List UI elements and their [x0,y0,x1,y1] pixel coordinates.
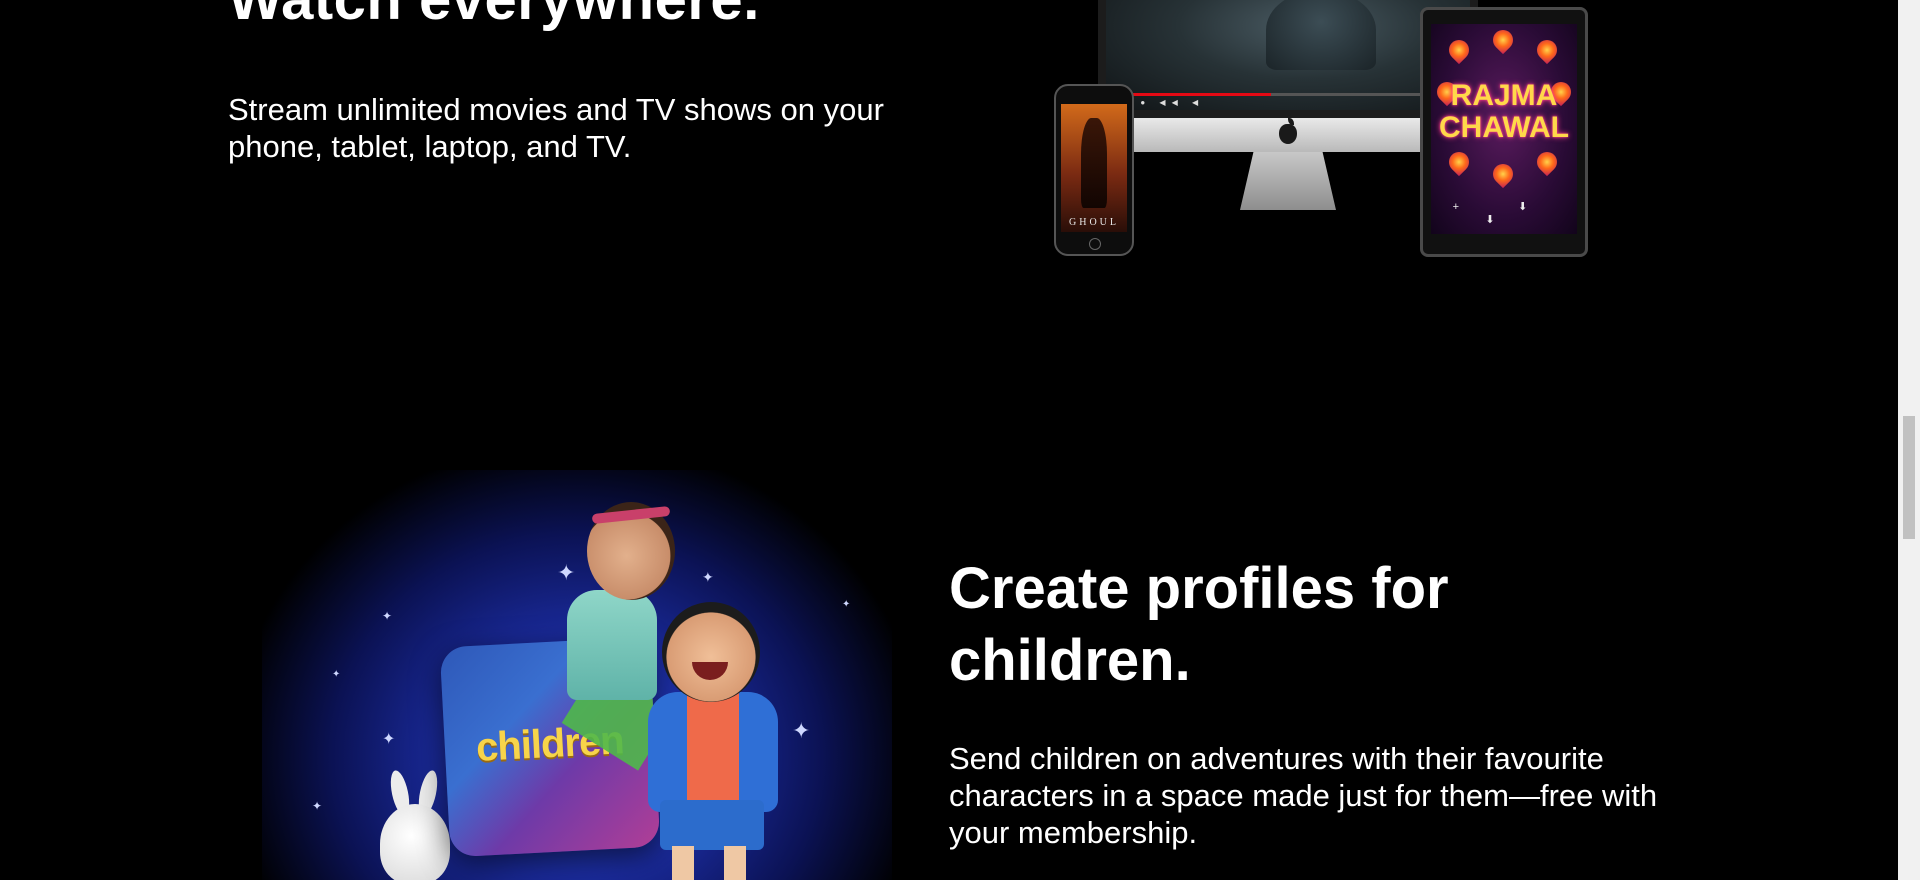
boy-character [648,692,778,812]
imac-stand [1240,152,1336,210]
devices-illustration: ▶ ● ◀◀ ◀ GHOUL RAJMA CHAWAL + ⬇ ⬇ [1040,0,1600,262]
section-text-watch-everywhere: Stream unlimited movies and TV shows on … [228,92,884,164]
apple-logo-icon [1279,124,1297,144]
tablet-poster: RAJMA CHAWAL + ⬇ ⬇ [1431,24,1577,234]
playback-progress-fill [1118,93,1271,96]
phone-device: GHOUL [1054,84,1134,256]
section-title-kids-profiles: Create profiles for children. [949,556,1449,693]
section-text-kids-profiles: Send children on adventures with their f… [949,741,1658,850]
playback-progress-bar [1118,93,1458,96]
tablet-device: RAJMA CHAWAL + ⬇ ⬇ [1420,7,1588,257]
tablet-poster-title: RAJMA CHAWAL [1439,79,1569,144]
boy-shorts [660,800,764,850]
kids-profile-illustration: ✦ ✦ ✦ ✦ ✦ ✦ ✦ ✦ children [262,470,892,880]
girl-character [567,590,657,700]
phone-poster: GHOUL [1061,104,1127,232]
bunny-character [380,768,450,880]
scrollbar-thumb[interactable] [1903,416,1915,539]
tablet-controls-icons: + ⬇ ⬇ [1452,201,1556,226]
section-title-watch-everywhere: Watch everywhere. [228,0,760,33]
boy-character-head [662,602,760,702]
vertical-scrollbar[interactable] [1898,0,1920,880]
children-card-label: children [474,718,625,770]
phone-home-button-icon [1089,238,1101,250]
phone-poster-title: GHOUL [1069,217,1119,228]
